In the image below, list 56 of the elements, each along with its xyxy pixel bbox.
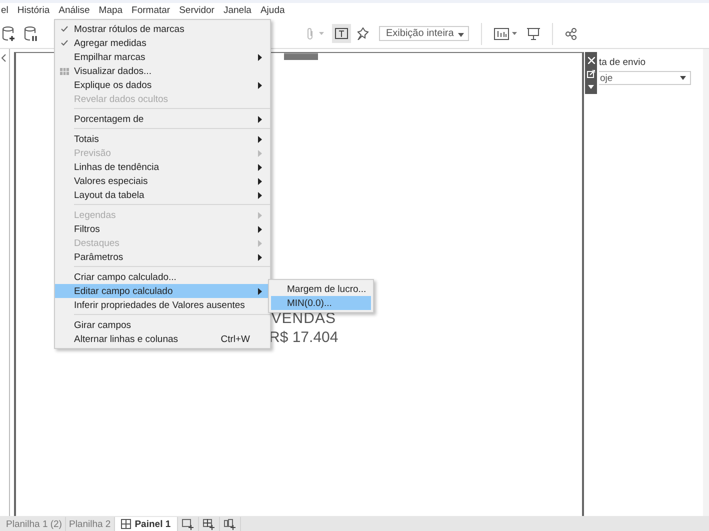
caret-icon[interactable] xyxy=(588,84,594,89)
grid-icon xyxy=(120,519,131,529)
menu-item[interactable]: Alternar linhas e colunas Ctrl+W xyxy=(55,332,270,346)
menu-item[interactable]: Layout da tabela xyxy=(55,188,270,202)
paperclip-icon[interactable] xyxy=(305,26,315,40)
pin-icon[interactable] xyxy=(357,27,369,40)
menu-item[interactable]: Criar campo calculado... xyxy=(55,270,270,284)
close-icon[interactable] xyxy=(588,57,594,64)
view-dropdown[interactable]: Exibição inteira xyxy=(379,26,469,41)
sheet-tab[interactable]: Planilha 1 (2) xyxy=(3,517,66,531)
submenu-arrow-icon xyxy=(258,82,262,89)
menu-item[interactable]: Agregar medidas xyxy=(55,36,270,50)
checkmark-icon xyxy=(61,26,68,32)
menu-bar-item[interactable]: Servidor xyxy=(175,3,220,19)
caret-icon[interactable] xyxy=(512,32,517,35)
menu-bar-item[interactable]: Análise xyxy=(54,3,95,19)
presentation-icon[interactable] xyxy=(527,27,540,40)
menu-bar-item[interactable]: Ajuda xyxy=(256,3,290,19)
collapse-icon[interactable] xyxy=(1,54,6,62)
menu-item[interactable]: Editar campo calculado xyxy=(55,284,270,298)
sheet-tab[interactable]: Painel 1 xyxy=(114,517,178,531)
menu-item[interactable]: Parâmetros xyxy=(55,250,270,264)
pause-data-icon[interactable] xyxy=(24,26,38,42)
menu-item[interactable]: Mostrar rótulos de marcas xyxy=(55,22,270,36)
submenu-arrow-icon xyxy=(258,288,262,295)
table-icon xyxy=(60,68,69,74)
submenu-arrow-icon xyxy=(258,54,262,61)
menu-item[interactable]: Margem de lucro... xyxy=(271,282,371,296)
menu-item[interactable]: Empilhar marcas xyxy=(55,50,270,64)
drag-handle[interactable] xyxy=(284,53,318,60)
menu-item[interactable]: Inferir propriedades de Valores ausentes xyxy=(55,298,270,312)
caret-icon xyxy=(680,76,686,80)
menu-item[interactable]: Explique os dados xyxy=(55,78,270,92)
menu-bar-item[interactable]: Formatar xyxy=(128,3,176,19)
share-icon[interactable] xyxy=(565,28,577,40)
menu-item[interactable]: Filtros xyxy=(55,222,270,236)
popout-icon[interactable] xyxy=(587,70,595,78)
checkmark-icon xyxy=(61,40,68,46)
menu-bar-item[interactable]: História xyxy=(13,3,55,19)
filter-label: ta de envio xyxy=(599,57,646,68)
menu-bar-item[interactable]: Mapa xyxy=(94,3,128,19)
menu-item[interactable]: Valores especiais xyxy=(55,174,270,188)
show-text-button[interactable] xyxy=(332,24,351,43)
menu-item[interactable]: Totais xyxy=(55,132,270,146)
bar-chart-icon[interactable] xyxy=(494,28,509,40)
menu-item[interactable]: Visualizar dados... xyxy=(55,64,270,78)
add-data-source-icon[interactable] xyxy=(2,26,16,42)
menu-bar-item[interactable]: el xyxy=(0,3,14,19)
menu-item[interactable]: MIN(0.0)... xyxy=(271,296,371,310)
caret-icon xyxy=(458,33,464,37)
submenu-arrow-icon xyxy=(258,116,262,123)
menu-item[interactable]: Girar campos xyxy=(55,318,270,332)
menu-item[interactable]: Porcentagem de xyxy=(55,112,270,126)
filter-dropdown[interactable]: oje xyxy=(599,71,691,85)
menu-item[interactable]: Linhas de tendência xyxy=(55,160,270,174)
menu-bar-item[interactable]: Janela xyxy=(219,3,256,19)
